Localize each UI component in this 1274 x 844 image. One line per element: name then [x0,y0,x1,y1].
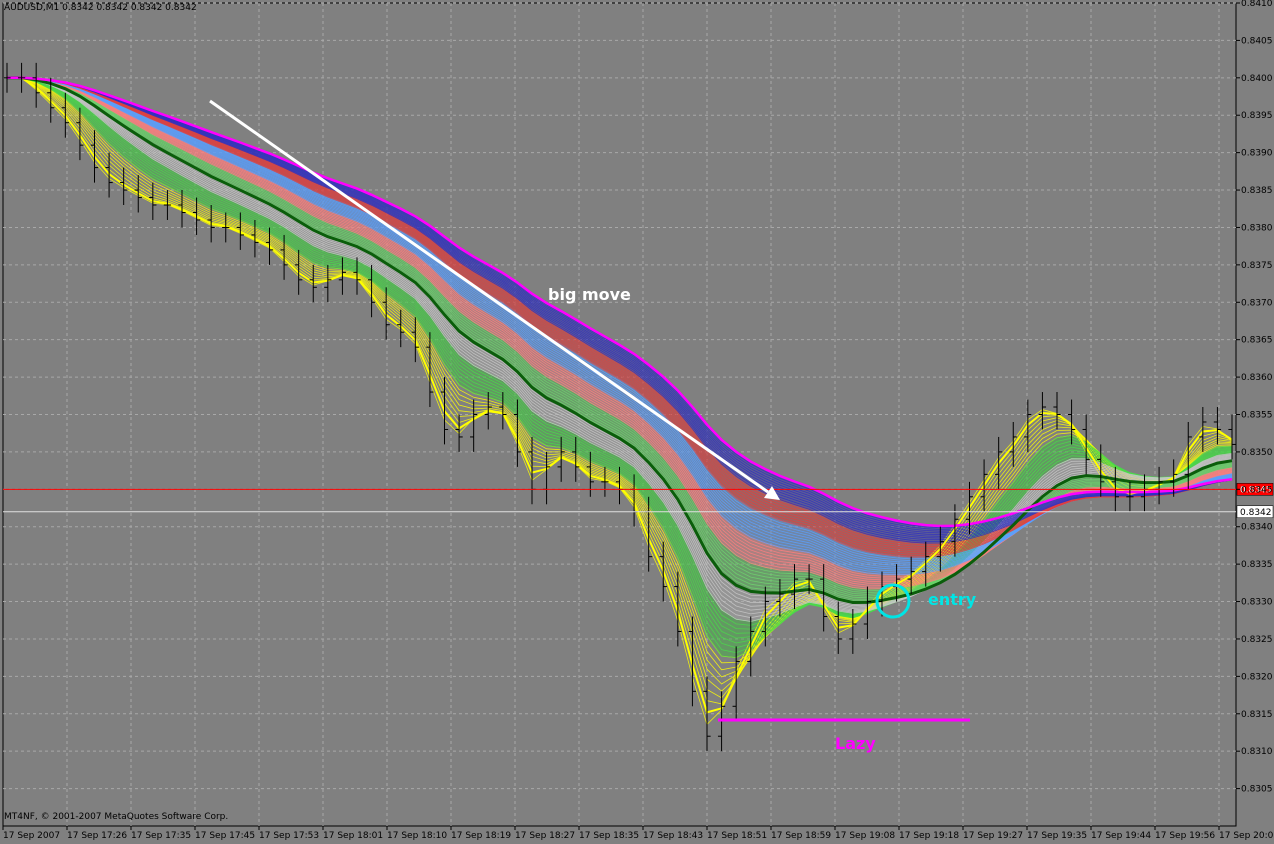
x-tick-label: 17 Sep 18:43 [643,831,703,841]
x-tick-label: 17 Sep 19:18 [899,831,959,841]
entry-label: entry [928,590,977,609]
x-tick-label: 17 Sep 20:08 [1219,831,1274,841]
x-tick-label: 17 Sep 19:27 [963,831,1023,841]
x-tick-label: 17 Sep 18:19 [451,831,511,841]
y-tick-label: 0.8360 [1241,373,1273,383]
big-move-arrow [209,99,769,494]
x-tick-label: 17 Sep 17:35 [131,831,191,841]
y-tick-label: 0.8375 [1241,261,1273,271]
y-tick-label: 0.8365 [1241,336,1273,346]
y-tick-label: 0.8370 [1241,298,1273,308]
y-tick-label: 0.8345 [1241,485,1273,495]
lazy-label: Lazy [835,734,876,753]
y-tick-label: 0.8320 [1241,672,1273,682]
y-tick-label: 0.8400 [1241,74,1273,84]
x-tick-label: 17 Sep 2007 [3,831,60,841]
y-tick-label: 0.8330 [1241,598,1273,608]
x-tick-label: 17 Sep 18:27 [515,831,575,841]
price-label: 0.8342 [1240,508,1272,518]
x-tick-label: 17 Sep 19:44 [1091,831,1151,841]
x-tick-label: 17 Sep 19:08 [835,831,895,841]
chart-title: AUDUSD,M1 0.8342 0.8342 0.8342 0.8342 [4,3,197,13]
y-tick-label: 0.8335 [1241,560,1273,570]
x-tick-label: 17 Sep 17:26 [67,831,127,841]
x-tick-label: 17 Sep 19:56 [1155,831,1215,841]
y-tick-label: 0.8325 [1241,635,1273,645]
y-tick-label: 0.8315 [1241,710,1273,720]
x-tick-label: 17 Sep 19:35 [1027,831,1087,841]
x-tick-label: 17 Sep 18:10 [387,831,447,841]
ma-ribbon [7,76,1233,726]
price-chart[interactable]: 0.8345 0.8342 big move entry Lazy 0.8410 0.8… [0,0,1274,844]
big-move-label: big move [548,285,631,304]
y-tick-label: 0.8380 [1241,223,1273,233]
y-tick-label: 0.8355 [1241,411,1273,421]
y-tick-label: 0.8410 [1241,0,1273,9]
ribbon-line [7,77,1233,592]
x-tick-label: 17 Sep 18:01 [323,831,383,841]
x-tick-label: 17 Sep 18:35 [579,831,639,841]
x-tick-label: 17 Sep 18:51 [707,831,767,841]
y-tick-label: 0.8305 [1241,785,1273,795]
y-tick-label: 0.8350 [1241,448,1273,458]
y-tick-label: 0.8385 [1241,186,1273,196]
chart-window[interactable]: 0.8345 0.8342 big move entry Lazy 0.8410 0.8… [0,0,1274,844]
x-tick-label: 17 Sep 17:45 [195,831,255,841]
y-tick-label: 0.8395 [1241,111,1273,121]
y-tick-label: 0.8390 [1241,149,1273,159]
copyright-text: MT4NF, © 2001-2007 MetaQuotes Software C… [4,812,229,822]
y-tick-label: 0.8405 [1241,36,1273,46]
x-tick-label: 17 Sep 17:53 [259,831,319,841]
y-tick-label: 0.8310 [1241,747,1273,757]
x-tick-label: 17 Sep 18:59 [771,831,831,841]
y-tick-label: 0.8340 [1241,523,1273,533]
